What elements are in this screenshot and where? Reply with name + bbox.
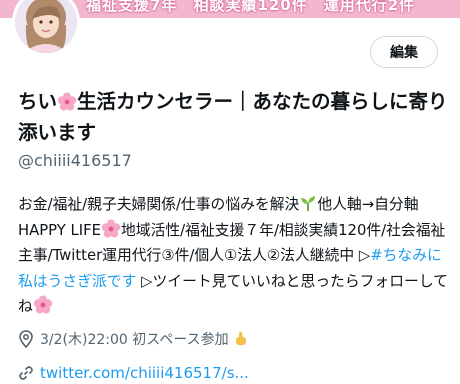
avatar-image [15,0,77,53]
location-pin-icon [19,330,33,348]
location-row: 3/2(木)22:00 初スペース参加 [18,328,249,350]
seedling-icon [301,196,316,211]
name-part-2: 生活カウンセラー｜あなたの暮らしに寄り添います [18,90,448,144]
cherry-blossom-icon [33,295,53,314]
website-row[interactable]: twitter.com/chiiii416517/s... [18,362,249,384]
cherry-blossom-icon [57,92,77,111]
edit-profile-button[interactable]: 編集 [370,36,438,68]
bio-text-1: お金/福祉/親子夫婦関係/仕事の悩みを解決 [18,196,300,213]
handle: @chiiii416517 [18,151,132,170]
cherry-blossom-icon [101,219,121,238]
name-part-1: ちい [18,90,58,113]
location-text: 3/2(木)22:00 初スペース参加 [40,332,229,348]
avatar[interactable] [12,0,80,56]
pointing-down-icon [235,332,246,346]
display-name: ちい 生活カウンセラー｜あなたの暮らしに寄り添います [18,86,448,148]
website-link[interactable]: twitter.com/chiiii416517/s... [40,364,249,382]
bio: お金/福祉/親子夫婦関係/仕事の悩みを解決 他人軸→自分軸HAPPY LIFE … [18,192,450,320]
banner-text: 福祉支援7年 相談実績120件 運用代行2件 [86,0,416,14]
link-icon [19,366,33,380]
